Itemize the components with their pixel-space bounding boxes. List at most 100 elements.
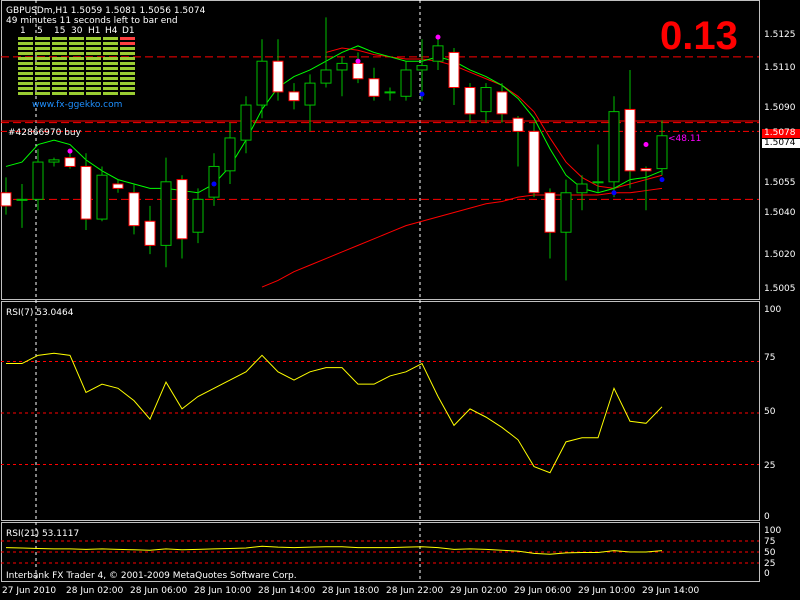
strength-bar-cell bbox=[69, 72, 84, 75]
strength-bar-cell bbox=[35, 87, 50, 90]
strength-bar-cell bbox=[120, 47, 135, 50]
strength-bar-cell bbox=[35, 37, 50, 40]
timeframe-label-h1[interactable]: H1 bbox=[88, 26, 101, 36]
time-tick: 28 Jun 02:00 bbox=[66, 586, 124, 596]
order-tag: <48.11 bbox=[668, 134, 702, 144]
rsi21-tick: 0 bbox=[764, 569, 770, 579]
timeframe-label-h4[interactable]: H4 bbox=[105, 26, 118, 36]
strength-bar-cell bbox=[86, 72, 101, 75]
rsi7-tick: 50 bbox=[764, 407, 776, 417]
rsi21-line bbox=[5, 545, 663, 555]
strength-bar-cell bbox=[52, 62, 67, 65]
fractal-dot bbox=[67, 148, 73, 154]
strength-bar-cell bbox=[120, 42, 135, 45]
strength-bar-cell bbox=[103, 57, 118, 60]
strength-bar-cell bbox=[120, 87, 135, 90]
strength-bar-cell bbox=[120, 82, 135, 85]
price-tick: 1.5090 bbox=[764, 103, 796, 113]
time-tick: 29 Jun 06:00 bbox=[514, 586, 572, 596]
price-tick: 1.5040 bbox=[764, 208, 796, 218]
strength-bar-cell bbox=[86, 77, 101, 80]
strength-bar-cell bbox=[35, 62, 50, 65]
candle-body bbox=[384, 91, 396, 94]
strength-bar-cell bbox=[69, 57, 84, 60]
candle-body bbox=[480, 87, 492, 113]
candle-body bbox=[544, 192, 556, 233]
strength-bar-cell bbox=[52, 37, 67, 40]
time-tick: 29 Jun 14:00 bbox=[642, 586, 700, 596]
candle-body bbox=[512, 117, 524, 132]
timeframe-label-d1[interactable]: D1 bbox=[122, 26, 135, 36]
candle-body bbox=[304, 82, 316, 106]
strength-bar-cell bbox=[18, 52, 33, 55]
time-tick: 27 Jun 2010 bbox=[2, 586, 57, 596]
strength-bar-cell bbox=[120, 77, 135, 80]
timeframe-label-30[interactable]: 30 bbox=[71, 26, 82, 36]
strength-bar-cell bbox=[35, 92, 50, 95]
strength-bar-cell bbox=[69, 82, 84, 85]
strength-bar-cell bbox=[103, 52, 118, 55]
timeframe-label-1[interactable]: 1 bbox=[20, 26, 26, 36]
candle-body bbox=[0, 192, 12, 207]
candle-body bbox=[80, 165, 92, 220]
price-tick: 1.5055 bbox=[764, 178, 796, 188]
strength-bar-cell bbox=[35, 42, 50, 45]
strength-bar-cell bbox=[18, 77, 33, 80]
price-tick: 1.5125 bbox=[764, 30, 796, 40]
strength-bar-cell bbox=[120, 92, 135, 95]
strength-bar-cell bbox=[52, 52, 67, 55]
timeframe-label-5[interactable]: 5 bbox=[37, 26, 43, 36]
strength-bar-cell bbox=[103, 82, 118, 85]
candle-body bbox=[128, 192, 140, 227]
time-tick: 28 Jun 14:00 bbox=[258, 586, 316, 596]
fractal-dot bbox=[643, 142, 649, 148]
candle-body bbox=[336, 62, 348, 71]
candle-body bbox=[592, 181, 604, 184]
strength-bar-cell bbox=[120, 37, 135, 40]
strength-bar-cell bbox=[69, 62, 84, 65]
strength-bar-cell bbox=[86, 67, 101, 70]
strength-bar-cell bbox=[52, 87, 67, 90]
rsi7-tick: 75 bbox=[764, 353, 776, 363]
candle-body bbox=[576, 183, 588, 194]
candle-body bbox=[256, 60, 268, 106]
fractal-dot bbox=[611, 190, 617, 196]
candle-body bbox=[272, 60, 284, 93]
candle-body bbox=[112, 183, 124, 189]
strength-bar-cell bbox=[103, 47, 118, 50]
fractal-dot bbox=[419, 91, 425, 97]
candle-body bbox=[464, 87, 476, 115]
strength-bar-cell bbox=[86, 37, 101, 40]
rsi7-tick: 0 bbox=[764, 512, 770, 522]
candle-body bbox=[416, 65, 428, 71]
candle-body bbox=[288, 91, 300, 102]
strength-bar-cell bbox=[35, 52, 50, 55]
price-tick: 1.5005 bbox=[764, 284, 796, 294]
candle-body bbox=[224, 137, 236, 172]
strength-bar-cell bbox=[52, 77, 67, 80]
current-price-tag: 1.5074 bbox=[762, 139, 800, 148]
price-tick: 1.5110 bbox=[764, 63, 796, 73]
strength-bar-cell bbox=[69, 87, 84, 90]
strength-bar-cell bbox=[103, 37, 118, 40]
time-tick: 29 Jun 02:00 bbox=[450, 586, 508, 596]
strength-bar-cell bbox=[120, 57, 135, 60]
candle-body bbox=[608, 111, 620, 183]
time-tick: 28 Jun 10:00 bbox=[194, 586, 252, 596]
strength-bar-cell bbox=[52, 72, 67, 75]
strength-bar-cell bbox=[69, 92, 84, 95]
strength-bar-cell bbox=[52, 42, 67, 45]
gekko-site-label[interactable]: www.fx-ggekko.com bbox=[32, 100, 122, 110]
strength-bar-cell bbox=[86, 62, 101, 65]
rsi21-tick: 50 bbox=[764, 548, 776, 558]
strength-bar-cell bbox=[103, 42, 118, 45]
strength-bar-cell bbox=[103, 92, 118, 95]
strength-bar-cell bbox=[86, 57, 101, 60]
timeframe-label-15[interactable]: 15 bbox=[54, 26, 65, 36]
time-tick: 28 Jun 06:00 bbox=[130, 586, 188, 596]
strength-bar-cell bbox=[69, 77, 84, 80]
time-tick: 28 Jun 22:00 bbox=[386, 586, 444, 596]
strength-bar-cell bbox=[120, 72, 135, 75]
rsi21-tick: 75 bbox=[764, 537, 776, 547]
strength-bar-cell bbox=[35, 47, 50, 50]
